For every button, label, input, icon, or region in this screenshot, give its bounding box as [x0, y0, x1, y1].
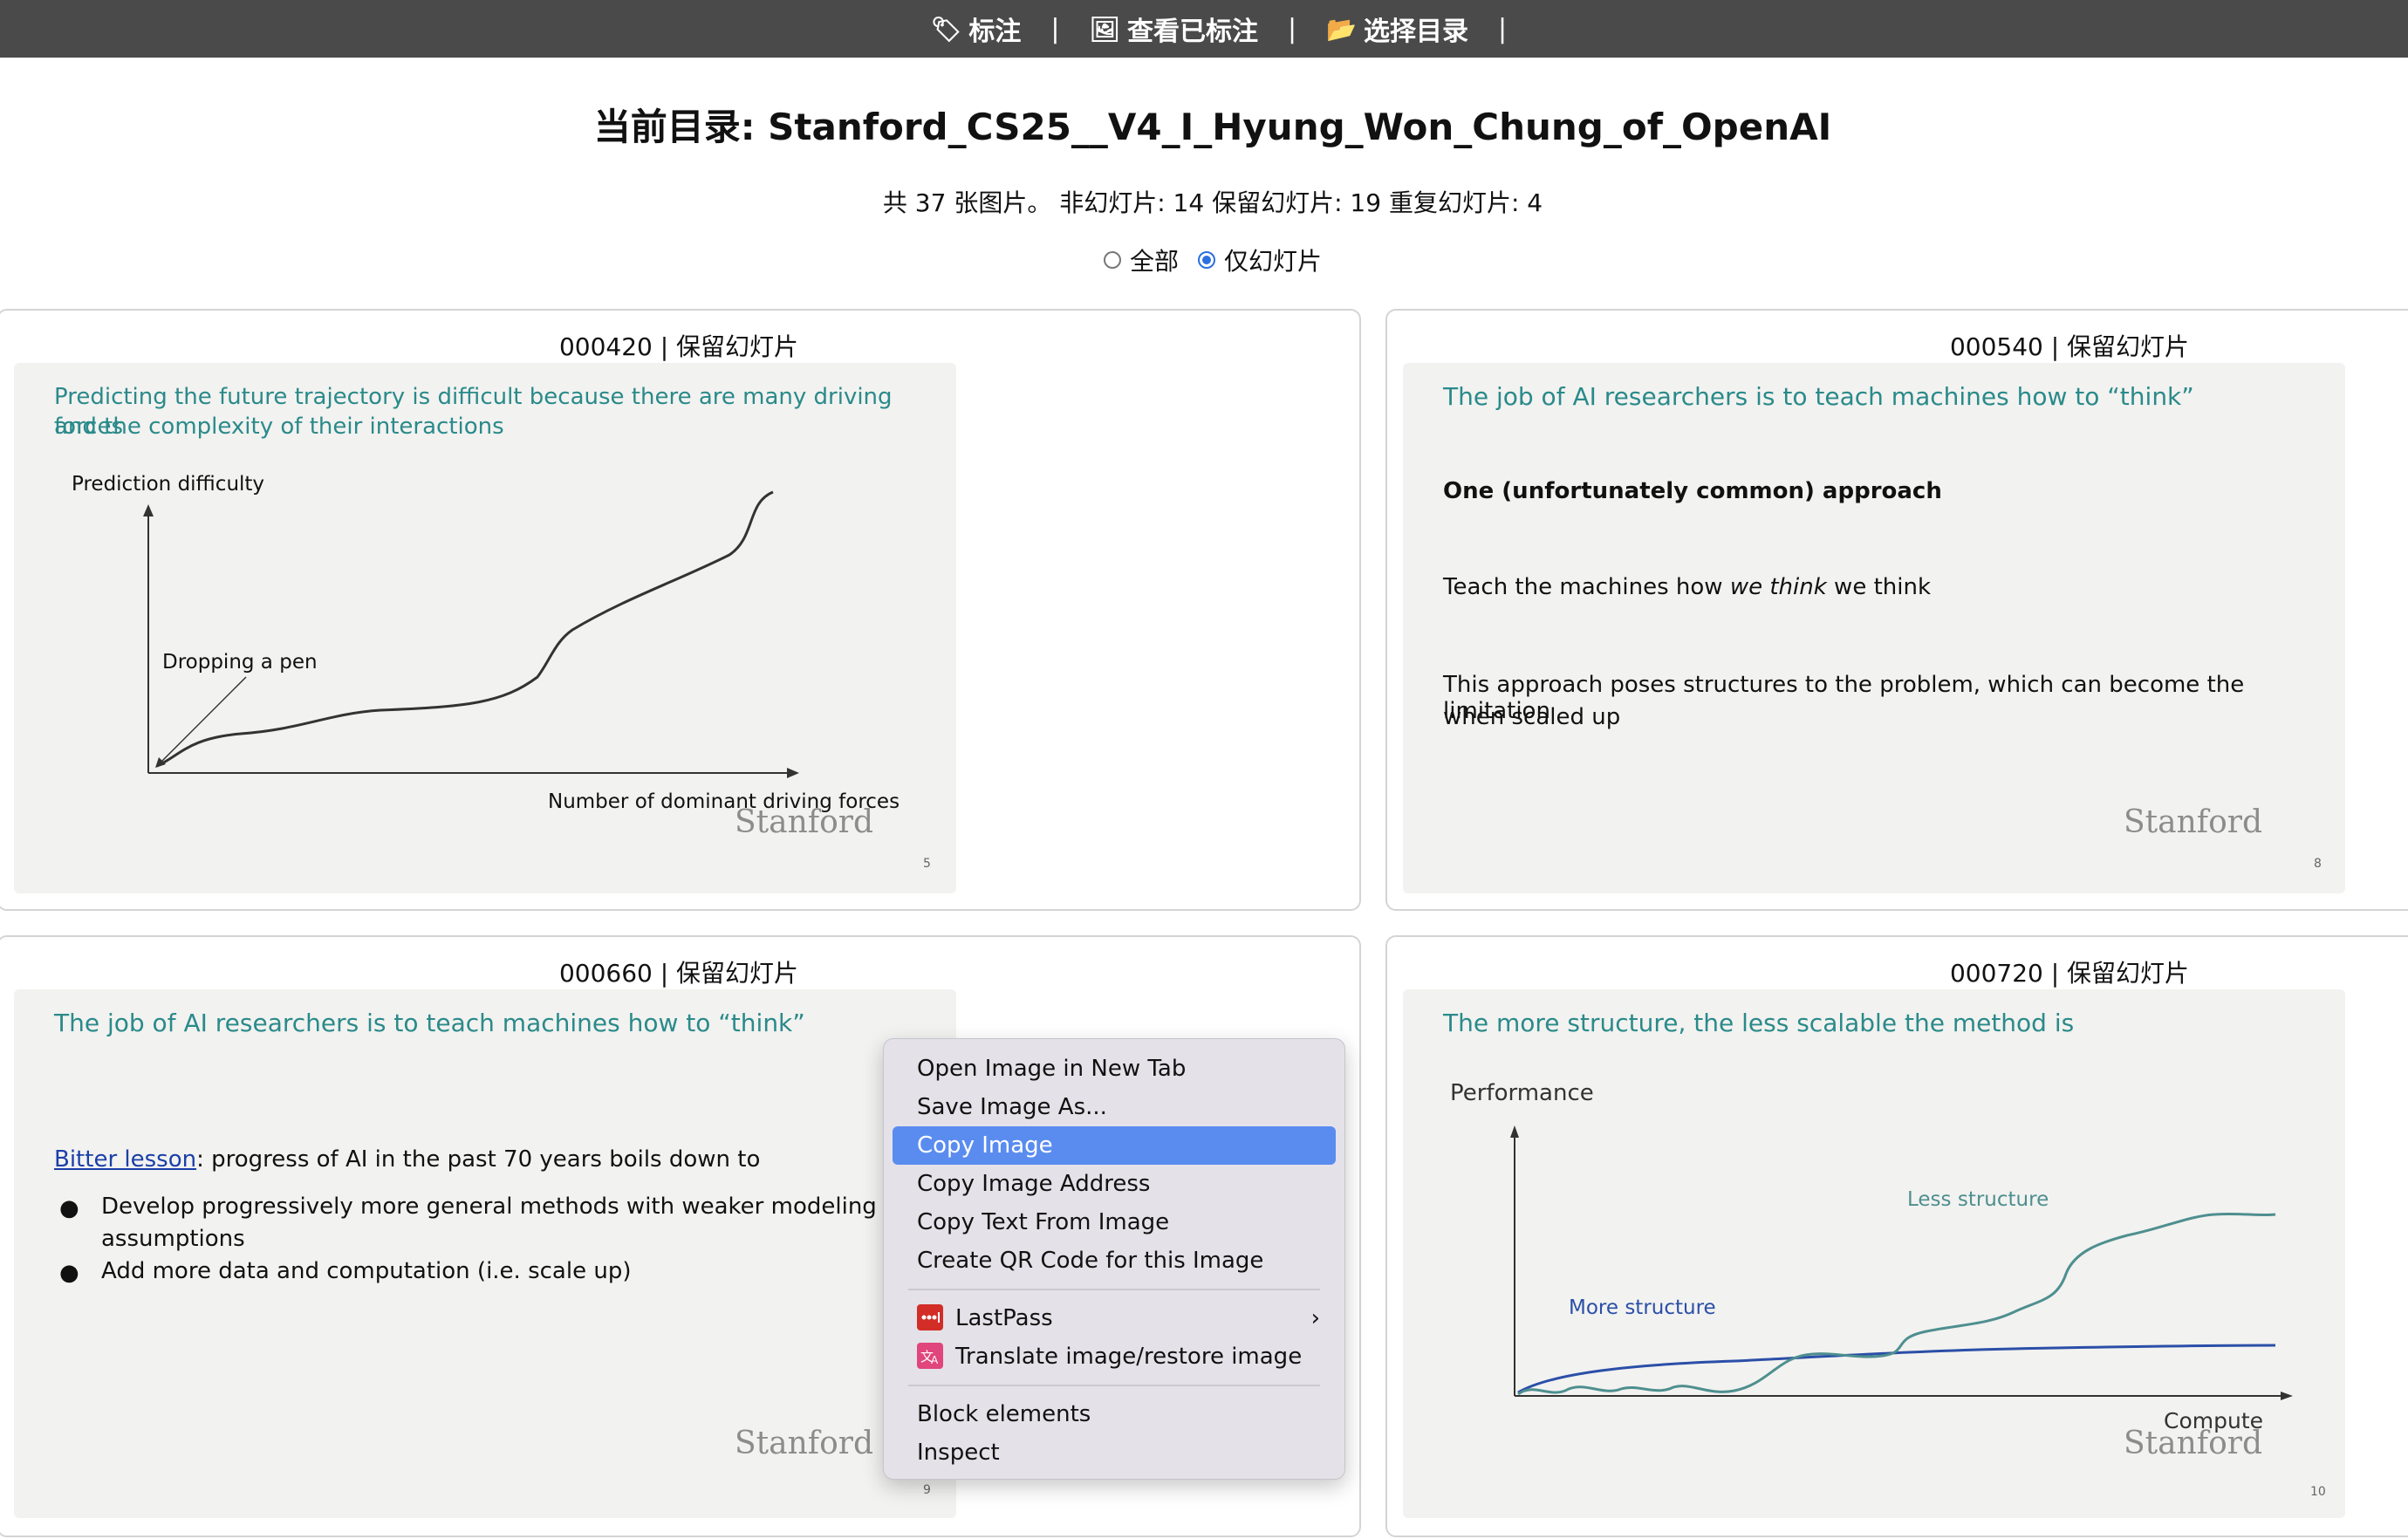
lastpass-icon — [917, 1303, 943, 1330]
card-header: 000720 | 保留幻灯片 — [1949, 959, 2190, 988]
radio-unchecked-icon — [1103, 251, 1121, 269]
bitter-lesson-line: Bitter lesson: progress of AI in the pas… — [54, 1146, 760, 1173]
nav-select-directory[interactable]: 📂 选择目录 — [1296, 10, 1498, 48]
menu-create-qr-code[interactable]: Create QR Code for this Image — [893, 1241, 1336, 1280]
svg-text:A: A — [931, 1354, 939, 1366]
stanford-logo: Stanford — [735, 804, 874, 840]
filter-slides-only-label: 仅幻灯片 — [1224, 247, 1323, 276]
slide-number: 8 — [2314, 857, 2322, 871]
nav-annotate-label: 标注 — [968, 17, 1022, 47]
menu-copy-image-address[interactable]: Copy Image Address — [893, 1165, 1336, 1203]
y-axis-arrow-icon — [143, 504, 154, 516]
card-header: 000660 | 保留幻灯片 — [558, 959, 799, 988]
more-structure-curve — [1517, 1344, 2276, 1394]
card-header: 000540 | 保留幻灯片 — [1949, 332, 2190, 361]
slide-image[interactable]: The more structure, the less scalable th… — [1403, 989, 2345, 1518]
menu-divider — [908, 1385, 1320, 1386]
bullet-dot: ● — [59, 1260, 79, 1286]
image-summary: 共 37 张图片。 非幻灯片: 14 保留幻灯片: 19 重复幻灯片: 4 — [882, 188, 1543, 217]
slide-body-line: Teach the machines how we think we think — [1443, 574, 1931, 600]
nav-separator: | — [1498, 13, 1508, 44]
slide-filter: 全部 仅幻灯片 — [0, 243, 2408, 277]
menu-inspect[interactable]: Inspect — [893, 1433, 1336, 1472]
intro-text: : progress of AI in the past 70 years bo… — [196, 1146, 761, 1173]
menu-translate-image[interactable]: 文A Translate image/restore image — [893, 1337, 1336, 1376]
x-axis-arrow-icon — [2281, 1392, 2293, 1400]
translate-icon: 文A — [917, 1342, 943, 1369]
difficulty-curve — [156, 490, 774, 768]
annotation-pointer — [156, 676, 247, 767]
image-card: 000420 | 保留幻灯片 Predicting the future tra… — [0, 309, 1361, 911]
x-axis-arrow-icon — [787, 768, 799, 778]
menu-block-elements[interactable]: Block elements — [893, 1395, 1336, 1433]
filter-slides-only-radio[interactable]: 仅幻灯片 — [1198, 243, 1322, 277]
label-tag-icon: 🏷 — [930, 14, 962, 44]
bullet-item: Add more data and computation (i.e. scal… — [101, 1258, 632, 1284]
stanford-logo: Stanford — [735, 1426, 874, 1461]
nav-annotate[interactable]: 🏷 标注 — [901, 10, 1051, 48]
slide-title: The job of AI researchers is to teach ma… — [54, 1009, 805, 1037]
bitter-lesson-link[interactable]: Bitter lesson — [54, 1146, 196, 1173]
body-text: Teach the machines how — [1443, 574, 1730, 600]
slide-image[interactable]: The job of AI researchers is to teach ma… — [14, 989, 956, 1518]
bullet-dot: ● — [59, 1195, 79, 1221]
filter-all-label: 全部 — [1129, 247, 1179, 276]
slide-number: 5 — [923, 857, 931, 871]
radio-checked-icon — [1198, 251, 1215, 269]
nav-view-annotated-label: 查看已标注 — [1127, 17, 1259, 47]
top-nav: 🏷 标注 | 🖼 查看已标注 | 📂 选择目录 | — [0, 0, 2408, 58]
nav-select-directory-label: 选择目录 — [1364, 17, 1469, 47]
menu-save-image-as[interactable]: Save Image As... — [893, 1088, 1336, 1126]
filter-all-radio[interactable]: 全部 — [1103, 243, 1179, 277]
slide-paragraph-line: when scaled up — [1443, 704, 1621, 730]
menu-lastpass[interactable]: LastPass › — [893, 1299, 1336, 1337]
bullet-item-continued: assumptions — [101, 1226, 245, 1252]
menu-translate-label: Translate image/restore image — [955, 1344, 1303, 1370]
body-text: we think — [1826, 574, 1932, 600]
image-card: 000720 | 保留幻灯片 The more structure, the l… — [1385, 935, 2408, 1537]
picture-icon: 🖼 — [1089, 14, 1121, 44]
slide-number: 9 — [923, 1483, 931, 1497]
folder-icon: 📂 — [1326, 14, 1358, 44]
nav-view-annotated[interactable]: 🖼 查看已标注 — [1060, 10, 1289, 48]
bullet-item: Develop progressively more general metho… — [101, 1194, 877, 1220]
menu-copy-text-from-image[interactable]: Copy Text From Image — [893, 1203, 1336, 1241]
context-menu: Open Image in New Tab Save Image As... C… — [883, 1038, 1345, 1480]
slide-heading: One (unfortunately common) approach — [1443, 478, 1942, 504]
slide-image[interactable]: Predicting the future trajectory is diff… — [14, 363, 956, 893]
chevron-right-icon: › — [1310, 1305, 1320, 1331]
nav-separator: | — [1050, 13, 1060, 44]
stanford-logo: Stanford — [2124, 1426, 2263, 1461]
menu-divider — [908, 1289, 1320, 1290]
menu-open-image-new-tab[interactable]: Open Image in New Tab — [893, 1050, 1336, 1088]
body-emphasis: we think — [1729, 574, 1827, 600]
menu-lastpass-label: LastPass — [955, 1305, 1053, 1331]
slide-title: The job of AI researchers is to teach ma… — [1443, 382, 2194, 411]
image-card: 000540 | 保留幻灯片 The job of AI researchers… — [1385, 309, 2408, 911]
slide-image[interactable]: The job of AI researchers is to teach ma… — [1403, 363, 2345, 893]
y-axis-arrow-icon — [1510, 1125, 1519, 1138]
slide-number: 10 — [2310, 1485, 2326, 1499]
menu-copy-image[interactable]: Copy Image — [893, 1126, 1336, 1165]
nav-separator: | — [1288, 13, 1297, 44]
page-title: 当前目录: Stanford_CS25__V4_I_Hyung_Won_Chun… — [593, 106, 1832, 148]
stanford-logo: Stanford — [2124, 804, 2263, 840]
card-header: 000420 | 保留幻灯片 — [558, 332, 799, 361]
